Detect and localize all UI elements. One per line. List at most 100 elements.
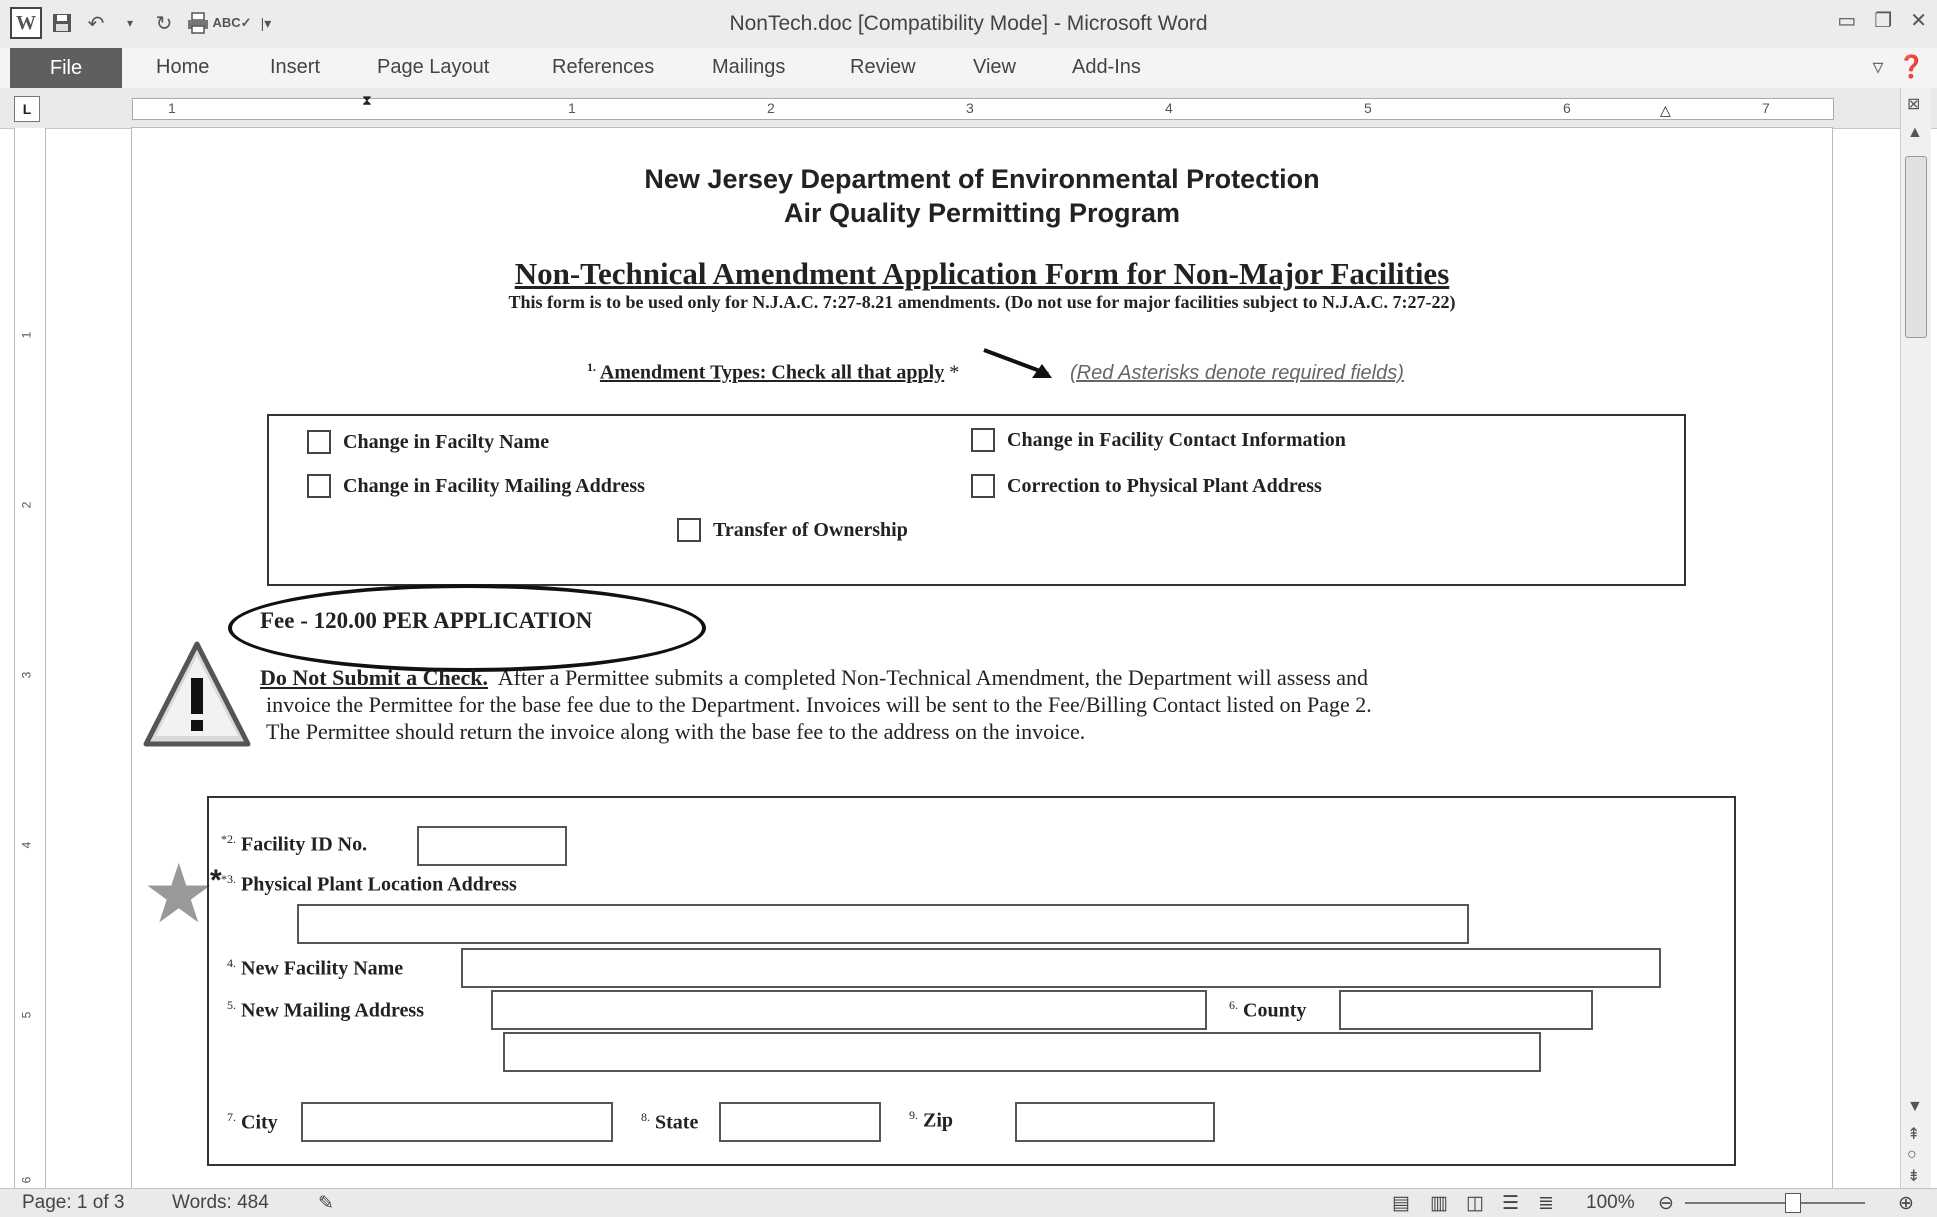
state-label: 8. State <box>641 1110 698 1135</box>
vruler-number: 1 <box>19 331 34 339</box>
tab-review[interactable]: Review <box>850 56 916 79</box>
vertical-ruler: 1 2 3 4 5 6 <box>14 128 46 1188</box>
next-page-icon[interactable]: ⇟ <box>1907 1166 1920 1186</box>
fee-text: Fee - 120.00 PER APPLICATION <box>260 608 593 633</box>
web-layout-icon[interactable]: ◫ <box>1466 1192 1484 1215</box>
checkbox[interactable] <box>307 474 331 498</box>
zoom-slider-thumb[interactable] <box>1785 1193 1801 1213</box>
facility-id-label: *2. Facility ID No. <box>221 832 367 857</box>
ruler-number: 5 <box>1364 100 1372 116</box>
field-label: County <box>1243 999 1307 1022</box>
field-label: Facility ID No. <box>241 833 368 856</box>
status-bar: Page: 1 of 3 Words: 484 ✎ ▤ ▥ ◫ ☰ ≣ 100%… <box>0 1188 1937 1217</box>
horizontal-ruler: L 1 ⧗ 1 2 3 4 5 6 △ 7 <box>0 88 1937 129</box>
zoom-level[interactable]: 100% <box>1586 1192 1635 1214</box>
checkbox-facility-name[interactable]: Change in Facilty Name <box>307 430 549 454</box>
close-icon[interactable]: ✕ <box>1910 8 1927 33</box>
tab-selector-button[interactable]: L <box>14 96 40 122</box>
checkbox[interactable] <box>307 430 331 454</box>
zip-input[interactable] <box>1015 1102 1215 1142</box>
city-input[interactable] <box>301 1102 613 1142</box>
do-not-submit-check: Do Not Submit a Check. <box>260 665 488 690</box>
physical-address-input[interactable] <box>297 904 1469 944</box>
field-label: New Facility Name <box>241 957 404 980</box>
help-icon[interactable]: ❓ <box>1898 54 1925 80</box>
checkbox-mailing-address[interactable]: Change in Facility Mailing Address <box>307 474 645 498</box>
ribbon-right-icons: ▿ ❓ <box>1873 54 1925 80</box>
checkbox-transfer-ownership[interactable]: Transfer of Ownership <box>677 518 908 542</box>
ribbon-tabs: File Home Insert Page Layout References … <box>0 48 1937 89</box>
restore-icon[interactable]: ❐ <box>1874 8 1892 33</box>
select-browse-object-icon[interactable]: ○ <box>1907 1146 1917 1164</box>
amendment-types-heading: 1. Amendment Types: Check all that apply… <box>587 360 959 385</box>
vruler-number: 6 <box>19 1176 34 1184</box>
tab-mailings[interactable]: Mailings <box>712 56 785 79</box>
field-number: 4. <box>227 956 236 970</box>
checkbox-label: Correction to Physical Plant Address <box>1007 474 1322 497</box>
tab-view[interactable]: View <box>973 56 1016 79</box>
minimize-ribbon-icon[interactable]: ▿ <box>1873 54 1884 80</box>
checkbox-contact-info[interactable]: Change in Facility Contact Information <box>971 428 1346 452</box>
full-screen-reading-icon[interactable]: ▥ <box>1430 1192 1448 1215</box>
amendment-types-box: Change in Facilty Name Change in Facilit… <box>267 414 1686 586</box>
billing-notice: Do Not Submit a Check. After a Permittee… <box>260 664 1820 745</box>
county-input[interactable] <box>1339 990 1593 1030</box>
vertical-scrollbar[interactable]: ⊠ ▲ ▼ ⇞ ○ ⇟ <box>1900 88 1931 1188</box>
new-mailing-address-input-1[interactable] <box>491 990 1207 1030</box>
facility-id-input[interactable] <box>417 826 567 866</box>
first-line-indent-marker[interactable]: ⧗ <box>362 92 372 109</box>
tab-home[interactable]: Home <box>156 56 209 79</box>
title-bar: W ↶ ▾ ↻ ABC✓ |▾ NonTech.doc [Compatibili… <box>0 0 1937 49</box>
zoom-in-icon[interactable]: ⊕ <box>1898 1192 1914 1215</box>
new-facility-name-input[interactable] <box>461 948 1661 988</box>
scroll-down-icon[interactable]: ▼ <box>1907 1098 1923 1116</box>
ruler-number: 4 <box>1165 100 1173 116</box>
checkbox[interactable] <box>677 518 701 542</box>
checkbox[interactable] <box>971 428 995 452</box>
scroll-thumb[interactable] <box>1905 156 1927 338</box>
checkbox-label: Change in Facilty Name <box>343 430 550 453</box>
scroll-up-icon[interactable]: ▲ <box>1907 124 1923 142</box>
checkbox[interactable] <box>971 474 995 498</box>
minimize-icon[interactable]: ▭ <box>1837 8 1856 33</box>
field-label: Physical Plant Location Address <box>241 873 517 896</box>
window-controls: ▭ ❐ ✕ <box>1837 8 1927 33</box>
document-page[interactable]: New Jersey Department of Environmental P… <box>132 128 1832 1188</box>
view-ruler-icon[interactable]: ⊠ <box>1907 94 1920 114</box>
checkbox-label: Change in Facility Mailing Address <box>343 474 645 497</box>
new-facility-name-label: 4. New Facility Name <box>227 956 403 981</box>
right-indent-marker[interactable]: △ <box>1660 102 1671 119</box>
zoom-out-icon[interactable]: ⊖ <box>1658 1192 1674 1215</box>
field-number: 6. <box>1229 998 1238 1012</box>
checkbox-physical-address[interactable]: Correction to Physical Plant Address <box>971 474 1322 498</box>
ruler-bar[interactable] <box>132 98 1834 120</box>
city-label: 7. City <box>227 1110 278 1135</box>
field-number: 7. <box>227 1110 236 1124</box>
state-input[interactable] <box>719 1102 881 1142</box>
facility-info-box: *2. Facility ID No. *3. Physical Plant L… <box>207 796 1736 1166</box>
header-line-1: New Jersey Department of Environmental P… <box>644 164 1320 194</box>
required-fields-note: (Red Asterisks denote required fields) <box>1070 362 1404 384</box>
tab-insert[interactable]: Insert <box>270 56 320 79</box>
tab-references[interactable]: References <box>552 56 654 79</box>
field-label: State <box>655 1111 699 1134</box>
proofing-icon[interactable]: ✎ <box>318 1192 334 1215</box>
draft-view-icon[interactable]: ≣ <box>1538 1192 1554 1215</box>
previous-page-icon[interactable]: ⇞ <box>1907 1124 1920 1144</box>
tab-file[interactable]: File <box>10 48 122 88</box>
vruler-number: 5 <box>19 1011 34 1019</box>
print-layout-view-icon[interactable]: ▤ <box>1392 1192 1410 1215</box>
word-count[interactable]: Words: 484 <box>172 1192 269 1214</box>
page-count[interactable]: Page: 1 of 3 <box>22 1192 124 1214</box>
new-mailing-address-input-2[interactable] <box>503 1032 1541 1072</box>
tab-add-ins[interactable]: Add-Ins <box>1072 56 1141 79</box>
field-number: 8. <box>641 1110 650 1124</box>
outline-view-icon[interactable]: ☰ <box>1502 1192 1519 1215</box>
ruler-number: 7 <box>1762 100 1770 116</box>
checkbox-label: Transfer of Ownership <box>713 518 908 541</box>
billing-notice-line-3: The Permittee should return the invoice … <box>266 719 1086 744</box>
billing-notice-line-1: Do Not Submit a Check. After a Permittee… <box>260 664 1820 691</box>
ruler-number: 2 <box>767 100 775 116</box>
zoom-slider[interactable] <box>1685 1202 1865 1204</box>
tab-page-layout[interactable]: Page Layout <box>377 56 489 79</box>
